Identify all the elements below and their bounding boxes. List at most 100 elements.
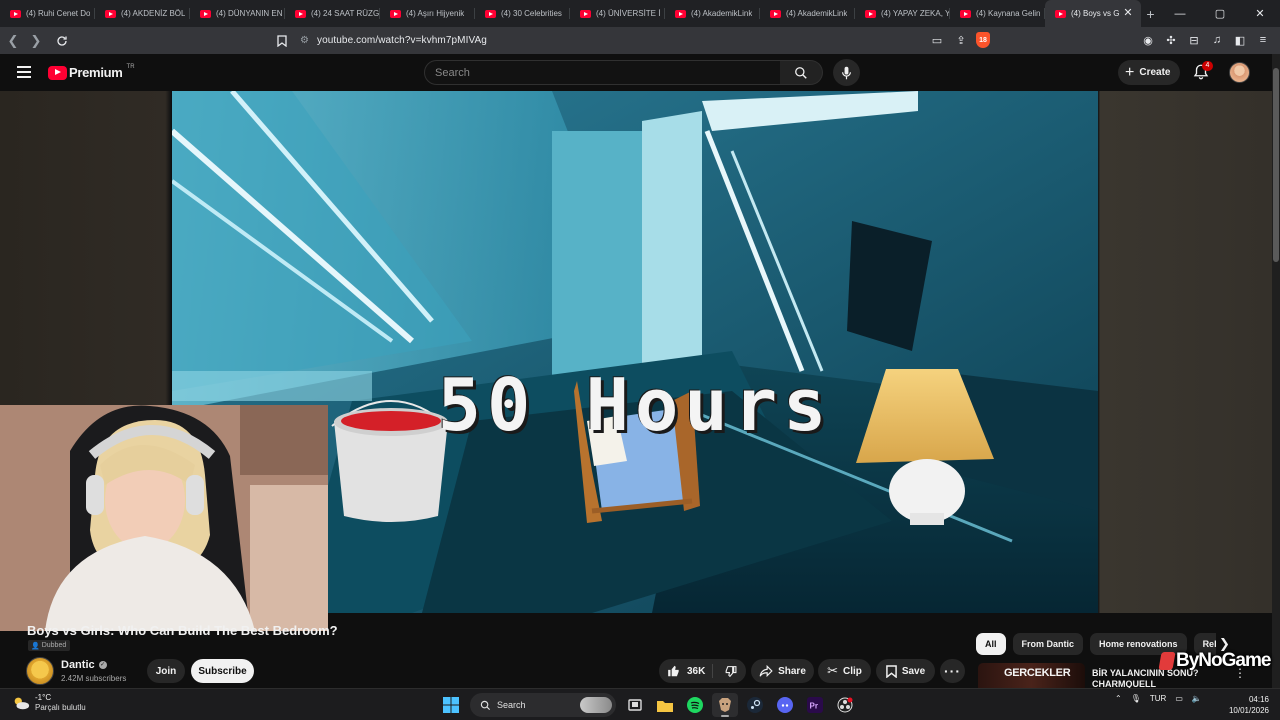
browser-tab[interactable]: (4) AkademikLink xyxy=(665,0,760,27)
bookmark-icon[interactable] xyxy=(272,31,292,51)
music-icon[interactable]: ♫ xyxy=(1208,31,1226,49)
windows-start-icon[interactable] xyxy=(438,693,464,717)
spotify-icon[interactable] xyxy=(682,693,708,717)
close-window-button[interactable]: ✕ xyxy=(1240,0,1280,27)
language-indicator[interactable]: TUR xyxy=(1150,694,1166,703)
weather-widget[interactable]: -1°C Parçalı bulutlu xyxy=(12,693,86,713)
steam-icon[interactable] xyxy=(742,693,768,717)
youtube-favicon-icon xyxy=(200,9,211,18)
tab-title: (4) Kaynana Gelin xyxy=(976,9,1041,18)
tray-overflow-icon[interactable]: ⌃ xyxy=(1115,694,1122,703)
browser-tab[interactable]: (4) Ruhi Cenet Do xyxy=(0,0,95,27)
browser-tab[interactable]: (4) AKDENİZ BÖL xyxy=(95,0,190,27)
sidebar-icon[interactable]: ◧ xyxy=(1231,31,1249,49)
filter-chip[interactable]: All xyxy=(976,633,1006,655)
channel-name-link[interactable]: Dantic ✓ xyxy=(61,659,107,671)
scissors-icon: ✂ xyxy=(827,663,838,678)
browser-app-icon[interactable] xyxy=(712,693,738,717)
subscriber-count: 2.42M subscribers xyxy=(61,674,127,683)
tab-title: (4) ÜNİVERSİTE İ xyxy=(596,9,661,18)
scrollbar-thumb[interactable] xyxy=(1273,68,1279,262)
browser-tab[interactable]: (4) 24 SAAT RÜZG xyxy=(285,0,380,27)
tab-title: (4) 30 Celebrities xyxy=(501,9,562,18)
create-button[interactable]: + Create xyxy=(1118,60,1181,85)
youtube-favicon-icon xyxy=(10,9,21,18)
browser-tab[interactable]: (4) 30 Celebrities xyxy=(475,0,570,27)
partly-cloudy-icon xyxy=(14,697,30,710)
brave-shield-icon[interactable]: 18 xyxy=(976,32,990,48)
more-horizontal-icon: ··· xyxy=(944,663,961,679)
more-actions-button[interactable]: ··· xyxy=(940,659,965,683)
watermark-text: ByNoGame xyxy=(1176,650,1271,671)
page-scrollbar[interactable] xyxy=(1272,54,1280,688)
browser-tab[interactable]: (4) DÜNYANIN EN xyxy=(190,0,285,27)
tab-title: (4) Aşırı Hijyenik xyxy=(406,9,465,18)
youtube-favicon-icon xyxy=(960,9,971,18)
minimize-button[interactable]: — xyxy=(1160,0,1200,27)
thumbs-up-icon xyxy=(668,665,679,677)
account-avatar[interactable] xyxy=(1229,62,1250,83)
logo-text: Premium xyxy=(69,65,123,80)
like-button[interactable]: 36K xyxy=(659,659,746,683)
youtube-play-logo-icon xyxy=(48,65,67,80)
url-field[interactable]: youtube.com/watch?v=kvhm7pMIVAg xyxy=(317,35,487,46)
join-button[interactable]: Join xyxy=(147,659,185,683)
voice-search-button[interactable] xyxy=(833,59,860,86)
share-page-icon[interactable]: ⇪ xyxy=(952,31,970,49)
filter-chip[interactable]: From Dantic xyxy=(1012,633,1084,655)
share-label: Share xyxy=(778,665,806,677)
puzzle-icon[interactable]: ✣ xyxy=(1162,31,1180,49)
task-view-icon[interactable] xyxy=(622,693,648,717)
save-button[interactable]: Save xyxy=(876,659,935,683)
browser-tab[interactable]: (4) AkademikLink xyxy=(760,0,855,27)
site-info-icon[interactable]: ⚙ xyxy=(300,35,309,46)
tab-title: (4) Ruhi Cenet Do xyxy=(26,9,91,18)
search-button[interactable] xyxy=(780,60,823,85)
forward-icon[interactable]: ❯ xyxy=(26,31,46,51)
taskbar-search[interactable]: Search xyxy=(470,693,616,717)
microphone-tray-icon[interactable]: 🎙 xyxy=(1131,694,1141,703)
clock-date: 10/01/2026 xyxy=(1228,706,1269,715)
clock-time: 04:16 xyxy=(1248,695,1269,704)
webcam-overlay xyxy=(0,405,328,631)
tab-search-icon[interactable]: ⊟ xyxy=(1185,31,1203,49)
tab-title: (4) AkademikLink xyxy=(691,9,753,18)
obs-icon[interactable] xyxy=(832,693,858,717)
clip-button[interactable]: ✂ Clip xyxy=(818,659,871,683)
browser-tab[interactable]: (4) ÜNİVERSİTE İ xyxy=(570,0,665,27)
plus-icon: + xyxy=(1125,63,1135,81)
subscribe-button[interactable]: Subscribe xyxy=(191,659,254,683)
browser-tab[interactable]: (4) Aşırı Hijyenik xyxy=(380,0,475,27)
streamer-watermark: ByNoGame xyxy=(1158,650,1271,672)
menu-icon[interactable]: ≡ xyxy=(1254,31,1272,49)
browser-tab[interactable]: (4) YAPAY ZEKA, Y xyxy=(855,0,950,27)
search-input[interactable] xyxy=(425,61,780,84)
reload-icon[interactable] xyxy=(52,31,72,51)
channel-avatar[interactable] xyxy=(26,657,54,685)
address-bar: ❮ ❯ ⚙ youtube.com/watch?v=kvhm7pMIVAg ▭ … xyxy=(0,27,1280,54)
youtube-logo[interactable]: Premium TR xyxy=(48,64,135,80)
recommended-video-thumbnail[interactable]: GERCEKLER xyxy=(978,663,1085,688)
volume-icon[interactable]: 🔈 xyxy=(1192,694,1202,703)
file-explorer-icon[interactable] xyxy=(652,693,678,717)
new-tab-button[interactable]: + xyxy=(1141,0,1160,27)
back-icon[interactable]: ❮ xyxy=(3,31,23,51)
network-icon[interactable]: ▭ xyxy=(1175,694,1183,703)
hamburger-menu-icon[interactable] xyxy=(17,66,31,78)
premiere-pro-icon[interactable]: Pr xyxy=(802,693,828,717)
tab-close-icon[interactable]: ✕ xyxy=(1122,7,1134,19)
dubbed-badge: 👤 Dubbed xyxy=(28,640,71,651)
browser-tab[interactable]: (4) Kaynana Gelin xyxy=(950,0,1045,27)
dislike-button[interactable] xyxy=(719,663,741,679)
maximize-button[interactable]: ▢ xyxy=(1200,0,1240,27)
extension-icon[interactable]: ◉ xyxy=(1139,31,1157,49)
cast-icon[interactable]: ▭ xyxy=(928,31,946,49)
system-clock[interactable]: 04:16 10/01/2026 xyxy=(1224,694,1269,716)
dubbed-icon: 👤 xyxy=(31,642,40,650)
windows-taskbar: -1°C Parçalı bulutlu Search Pr ⌃ 🎙 TUR ▭… xyxy=(0,688,1280,720)
youtube-masthead: Premium TR + Create 4 xyxy=(0,54,1272,91)
search-icon xyxy=(795,66,807,79)
discord-icon[interactable] xyxy=(772,693,798,717)
share-button[interactable]: Share xyxy=(751,659,814,683)
browser-tab[interactable]: (4) Boys vs G ✕ xyxy=(1045,0,1141,27)
